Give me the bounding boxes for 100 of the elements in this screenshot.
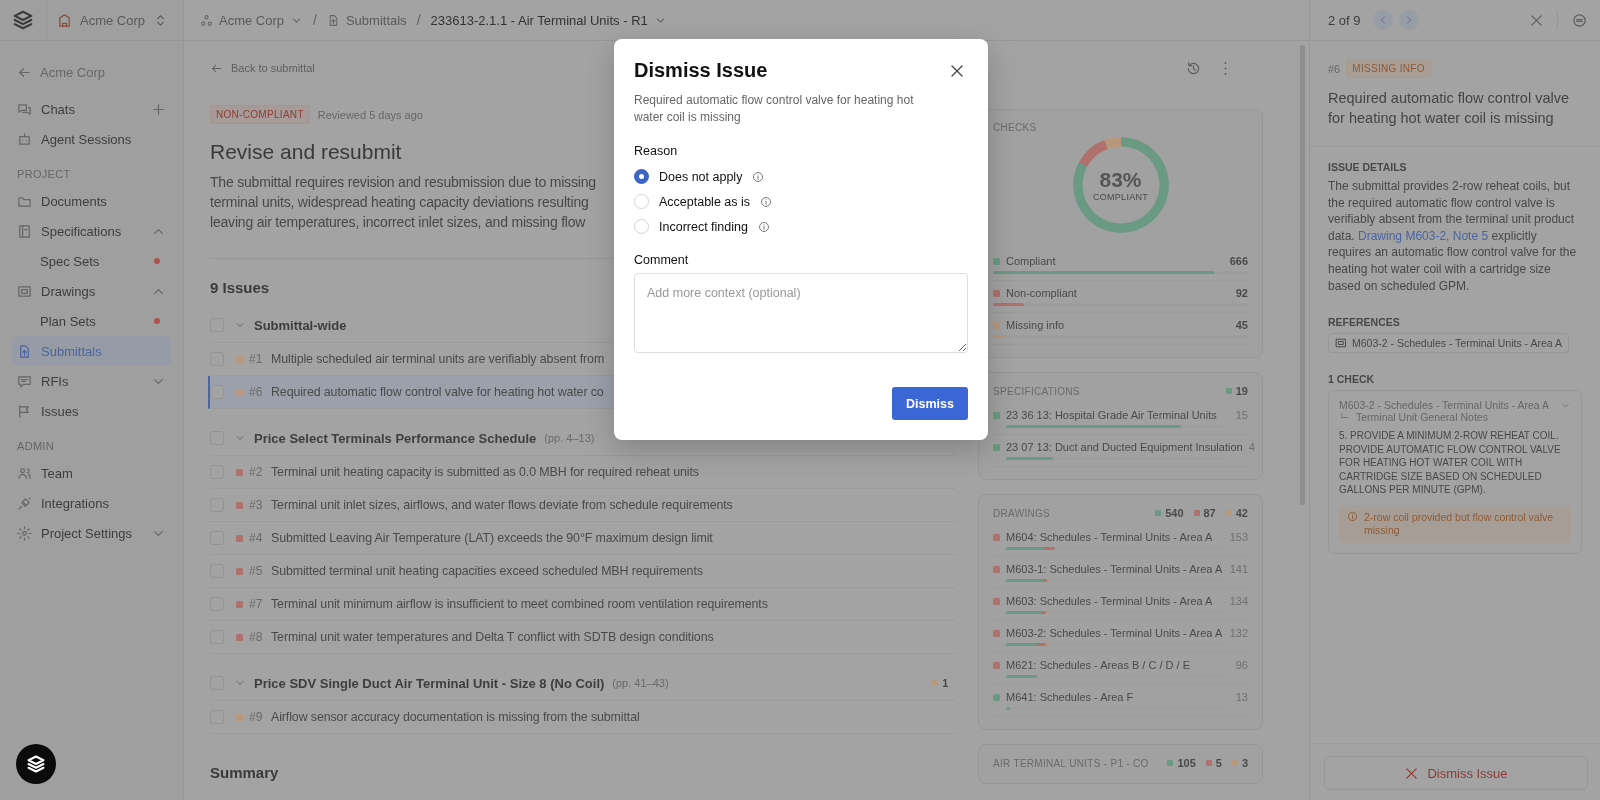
sidebar-item[interactable]: Documents	[12, 186, 171, 216]
total-count: 87	[1203, 507, 1216, 519]
back-link[interactable]: Back to submittal	[210, 61, 315, 75]
check-section: Terminal Unit General Notes	[1356, 411, 1488, 424]
nodes-icon	[200, 13, 213, 27]
total-count: 42	[1235, 507, 1248, 519]
status-badge: NON-COMPLIANT	[210, 105, 310, 124]
stack-icon	[12, 9, 34, 31]
row-label[interactable]: 23 36 13: Hospital Grade Air Terminal Units	[1006, 409, 1230, 421]
sidebar-item[interactable]: Issues	[12, 396, 171, 426]
sidebar-item[interactable]: Agent Sessions	[12, 124, 171, 154]
section-heading: ISSUE DETAILS	[1328, 161, 1408, 173]
sidebar-item[interactable]: Team	[12, 458, 171, 488]
stack-icon	[26, 754, 46, 774]
sidebar-item[interactable]: Plan Sets	[12, 306, 171, 336]
total-count: 5	[1215, 757, 1222, 769]
close-icon	[1528, 12, 1544, 28]
group-title: Price SDV Single Duct Air Terminal Unit - Size 8 (No Coil)	[254, 675, 605, 691]
issue-row[interactable]: #5 Submitted terminal unit heating capacities exceed scheduled MBH requirements	[208, 555, 956, 588]
issue-number: #3	[249, 498, 264, 512]
back-link[interactable]: Acme Corp	[12, 61, 171, 84]
check-source: M603-2 - Schedules - Terminal Units - Area A	[1339, 399, 1550, 412]
sidebar-item[interactable]: Chats	[12, 94, 171, 124]
issue-row[interactable]: #2 Terminal unit heating capacity is submitted as 0.0 MBH for required reheat units	[208, 456, 956, 489]
sidebar-item[interactable]: Project Settings	[12, 518, 171, 548]
legend-label: Missing info	[1006, 319, 1066, 331]
legend-count: 45	[1235, 319, 1248, 331]
info-icon	[760, 195, 773, 208]
row-label[interactable]: M603-1: Schedules - Terminal Units - Area A	[1006, 563, 1224, 575]
blueprint-icon	[17, 283, 32, 299]
summary-text: The submittal requires revision and resubmission due to missing terminal units, widespread heating capacity deviations resulting leaving air temperatures, incorrect inlet sizes, and missing flow	[210, 173, 596, 232]
issue-title: Terminal unit heating capacity is submitted as 0.0 MBH for required reheat units	[271, 465, 699, 479]
dismiss-issue-button[interactable]: Dismiss Issue	[1324, 756, 1588, 790]
check-note: 5. PROVIDE A MINIMUM 2-ROW REHEAT COIL. PROVIDE AUTOMATIC FLOW CONTROL VALVE FOR HEATING HOT WATER COIL WITH CARTRIDGE SIZE BASED ON SCHEDULED GALLONS PER MINUTE (GPM).	[1339, 429, 1562, 497]
radio-button[interactable]	[634, 169, 649, 184]
reference-chip[interactable]: M603-2 - Schedules - Terminal Units - Area A	[1328, 333, 1569, 354]
next-button[interactable]	[1398, 10, 1419, 30]
dialog-title: Dismiss Issue	[634, 59, 768, 82]
row-label[interactable]: M603-2: Schedules - Terminal Units - Area A	[1006, 627, 1224, 639]
total-count: 105	[1177, 757, 1196, 769]
sidebar-item[interactable]: Drawings	[12, 276, 171, 306]
group-title: Submittal-wide	[254, 317, 347, 333]
row-label[interactable]: M641: Schedules - Area F	[1006, 691, 1230, 703]
breadcrumb[interactable]: Acme Corp	[200, 12, 304, 28]
workspace-switcher[interactable]: Acme Corp	[47, 0, 179, 40]
breadcrumb-separator: /	[313, 12, 317, 28]
checkbox[interactable]	[210, 385, 224, 399]
option-label[interactable]: Acceptable as is	[659, 194, 751, 209]
sidebar-item[interactable]: Submittals	[12, 336, 171, 366]
verdict-title: Revise and resubmit	[210, 140, 402, 164]
info-icon	[752, 170, 765, 183]
issue-row[interactable]: #8 Terminal unit water temperatures and Delta T conflict with SDTB design conditions	[208, 621, 956, 654]
sidebar-item[interactable]: RFIs	[12, 366, 171, 396]
row-label[interactable]: M621: Schedules - Areas B / C / D / E	[1006, 659, 1230, 671]
building-icon	[57, 12, 72, 28]
breadcrumb-separator: /	[416, 12, 421, 28]
dialog-subtitle: Required automatic flow control valve for heating hot water coil is missing	[634, 92, 915, 126]
dismiss-button[interactable]: Dismiss	[892, 387, 968, 420]
chat-icon	[17, 101, 32, 117]
sidebar-item[interactable]: Specifications	[12, 216, 171, 246]
breadcrumb[interactable]: Submittals	[326, 12, 407, 28]
issue-row[interactable]: #4 Submitted Leaving Air Temperature (LAT) exceeds the 90°F maximum design limit	[208, 522, 956, 555]
issue-title: Required automatic flow control valve for heating hot water co	[271, 385, 604, 399]
section-heading: PROJECT	[17, 168, 72, 180]
option-label[interactable]: Incorrect finding	[659, 219, 748, 234]
legend-count: 92	[1235, 287, 1248, 299]
document-icon	[17, 343, 32, 359]
issue-count: 1	[942, 677, 948, 689]
back-arrow-icon	[17, 65, 32, 80]
compliance-percent: 83%	[1099, 168, 1142, 192]
sidebar-item[interactable]: Spec Sets	[12, 246, 171, 276]
issue-title: Submitted terminal unit heating capacities exceed scheduled MBH requirements	[271, 564, 703, 578]
legend-label: Non-compliant	[1006, 287, 1078, 299]
section-heading: REFERENCES	[1328, 316, 1401, 329]
summary-heading: Summary	[210, 764, 279, 781]
group-title: Price Select Terminals Performance Schedule	[254, 430, 537, 446]
info-icon	[1347, 510, 1358, 522]
section-heading: ADMIN	[17, 440, 55, 452]
robot-icon	[17, 131, 32, 147]
settings-icon	[17, 525, 32, 541]
comment-icon	[1571, 12, 1587, 28]
assistant-button[interactable]	[16, 744, 56, 784]
issue-title: Terminal unit minimum airflow is insufficient to meet combined room ventilation requirements	[271, 597, 768, 611]
drawing-link[interactable]: Drawing M603-2, Note 5	[1358, 228, 1489, 243]
issue-title: Airflow sensor accuracy documentation is missing from the submittal	[271, 710, 640, 724]
total-count: 540	[1165, 507, 1184, 519]
flag-icon	[17, 403, 32, 419]
option-label[interactable]: Does not apply	[659, 169, 743, 184]
field-label: Reason	[634, 144, 679, 158]
legend-count: 666	[1229, 255, 1248, 267]
row-label[interactable]: 23 07 13: Duct and Ducted Equipment Insulation	[1006, 441, 1243, 453]
row-label[interactable]: M604: Schedules - Terminal Units - Area A	[1006, 531, 1224, 543]
row-label[interactable]: M603: Schedules - Terminal Units - Area A	[1006, 595, 1224, 607]
issue-row[interactable]: #3 Terminal unit inlet sizes, airflows, and water flows deviate from schedule requirements	[208, 489, 956, 522]
comment-field[interactable]: Add more context (optional)	[634, 273, 968, 353]
issue-row[interactable]: #7 Terminal unit minimum airflow is insufficient to meet combined room ventilation requirements	[208, 588, 956, 621]
previous-button[interactable]	[1372, 10, 1393, 30]
breadcrumb[interactable]: 233613-2.1.1 - Air Terminal Units - R1	[430, 12, 667, 28]
plug-icon	[17, 495, 32, 511]
sidebar-item[interactable]: Integrations	[12, 488, 171, 518]
